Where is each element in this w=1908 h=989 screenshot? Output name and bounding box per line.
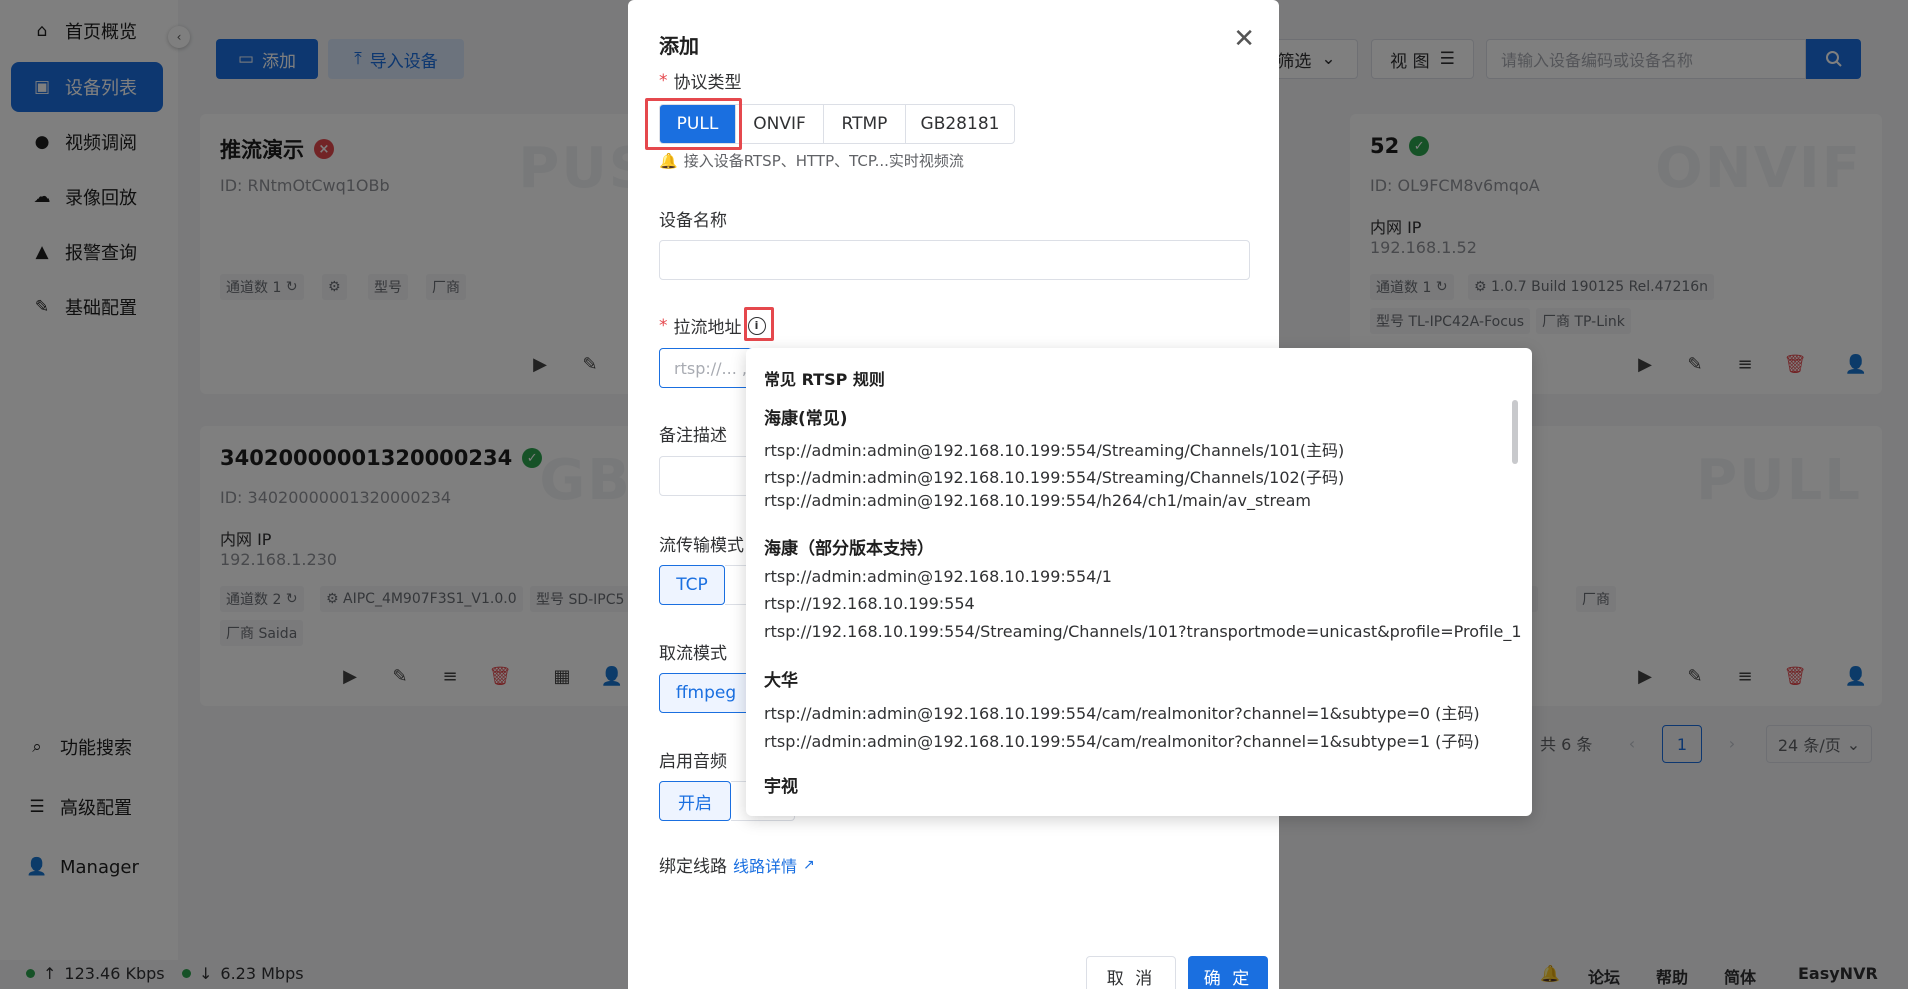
required-mark: * xyxy=(659,315,668,336)
cancel-button[interactable]: 取 消 xyxy=(1086,956,1176,989)
rtsp-example: rtsp://admin:admin@192.168.10.199:554/St… xyxy=(764,441,1345,460)
external-link-icon[interactable]: ↗ xyxy=(803,857,815,873)
route-label-text: 绑定线路 xyxy=(659,857,727,877)
device-name-input[interactable] xyxy=(659,240,1250,280)
protocol-label-text: 协议类型 xyxy=(673,73,742,93)
highlight-box xyxy=(744,307,774,341)
pull-url-placeholder: rtsp://... , xyxy=(674,358,747,378)
popover-title: 常见 RTSP 规则 xyxy=(764,370,885,389)
section-heading: 海康(常见) xyxy=(764,409,848,429)
required-mark: * xyxy=(659,70,668,91)
rtsp-rules-popover: 常见 RTSP 规则 海康(常见) rtsp://admin:admin@192… xyxy=(746,348,1532,816)
audio-label: 启用音频 xyxy=(659,752,727,772)
rtsp-example: rtsp://192.168.10.199:554 xyxy=(764,594,975,613)
close-icon[interactable]: ✕ xyxy=(1233,24,1255,54)
pull-url-label-text: 拉流地址 xyxy=(673,318,742,338)
bell-icon: 🔔 xyxy=(659,151,678,170)
protocol-hint: 🔔 接入设备RTSP、HTTP、TCP...实时视频流 xyxy=(659,150,964,171)
dialog-title: 添加 xyxy=(659,34,699,58)
device-name-label: 设备名称 xyxy=(659,211,727,231)
scrollbar[interactable] xyxy=(1512,400,1518,464)
rtsp-example: rtsp://admin:admin@192.168.10.199:554/ca… xyxy=(764,732,1480,751)
protocol-hint-text: 接入设备RTSP、HTTP、TCP...实时视频流 xyxy=(683,152,964,170)
route-label: 绑定线路 线路详情 ↗ xyxy=(659,852,815,878)
pull-mode-label: 取流模式 xyxy=(659,644,727,664)
rtsp-example: rtsp://admin:admin@192.168.10.199:554/1 xyxy=(764,567,1112,586)
section-heading: 宇视 xyxy=(764,777,798,797)
rtsp-example: rtsp://192.168.10.199:554/Streaming/Chan… xyxy=(764,622,1522,641)
rtsp-example: rtsp://admin:admin@192.168.10.199:554/ca… xyxy=(764,704,1480,723)
highlight-box xyxy=(645,98,742,150)
confirm-button[interactable]: 确 定 xyxy=(1188,956,1268,989)
rtsp-example: rtsp://admin:admin@192.168.10.199:554/h2… xyxy=(764,491,1312,510)
transport-tcp-option[interactable]: TCP xyxy=(659,565,725,605)
transport-mode-label: 流传输模式 xyxy=(659,536,744,556)
section-heading: 大华 xyxy=(764,671,798,691)
protocol-option-gb28181[interactable]: GB28181 xyxy=(906,105,1014,143)
protocol-option-rtmp[interactable]: RTMP xyxy=(824,105,906,143)
audio-on-option[interactable]: 开启 xyxy=(659,781,731,821)
section-heading: 海康（部分版本支持） xyxy=(764,539,934,559)
pull-mode-ffmpeg-option[interactable]: ffmpeg xyxy=(659,673,753,713)
protocol-option-onvif[interactable]: ONVIF xyxy=(736,105,824,143)
protocol-label: * 协议类型 xyxy=(659,68,742,94)
route-details-link[interactable]: 线路详情 xyxy=(733,853,797,877)
description-label: 备注描述 xyxy=(659,426,727,446)
rtsp-example: rtsp://admin:admin@192.168.10.199:554/St… xyxy=(764,468,1345,487)
